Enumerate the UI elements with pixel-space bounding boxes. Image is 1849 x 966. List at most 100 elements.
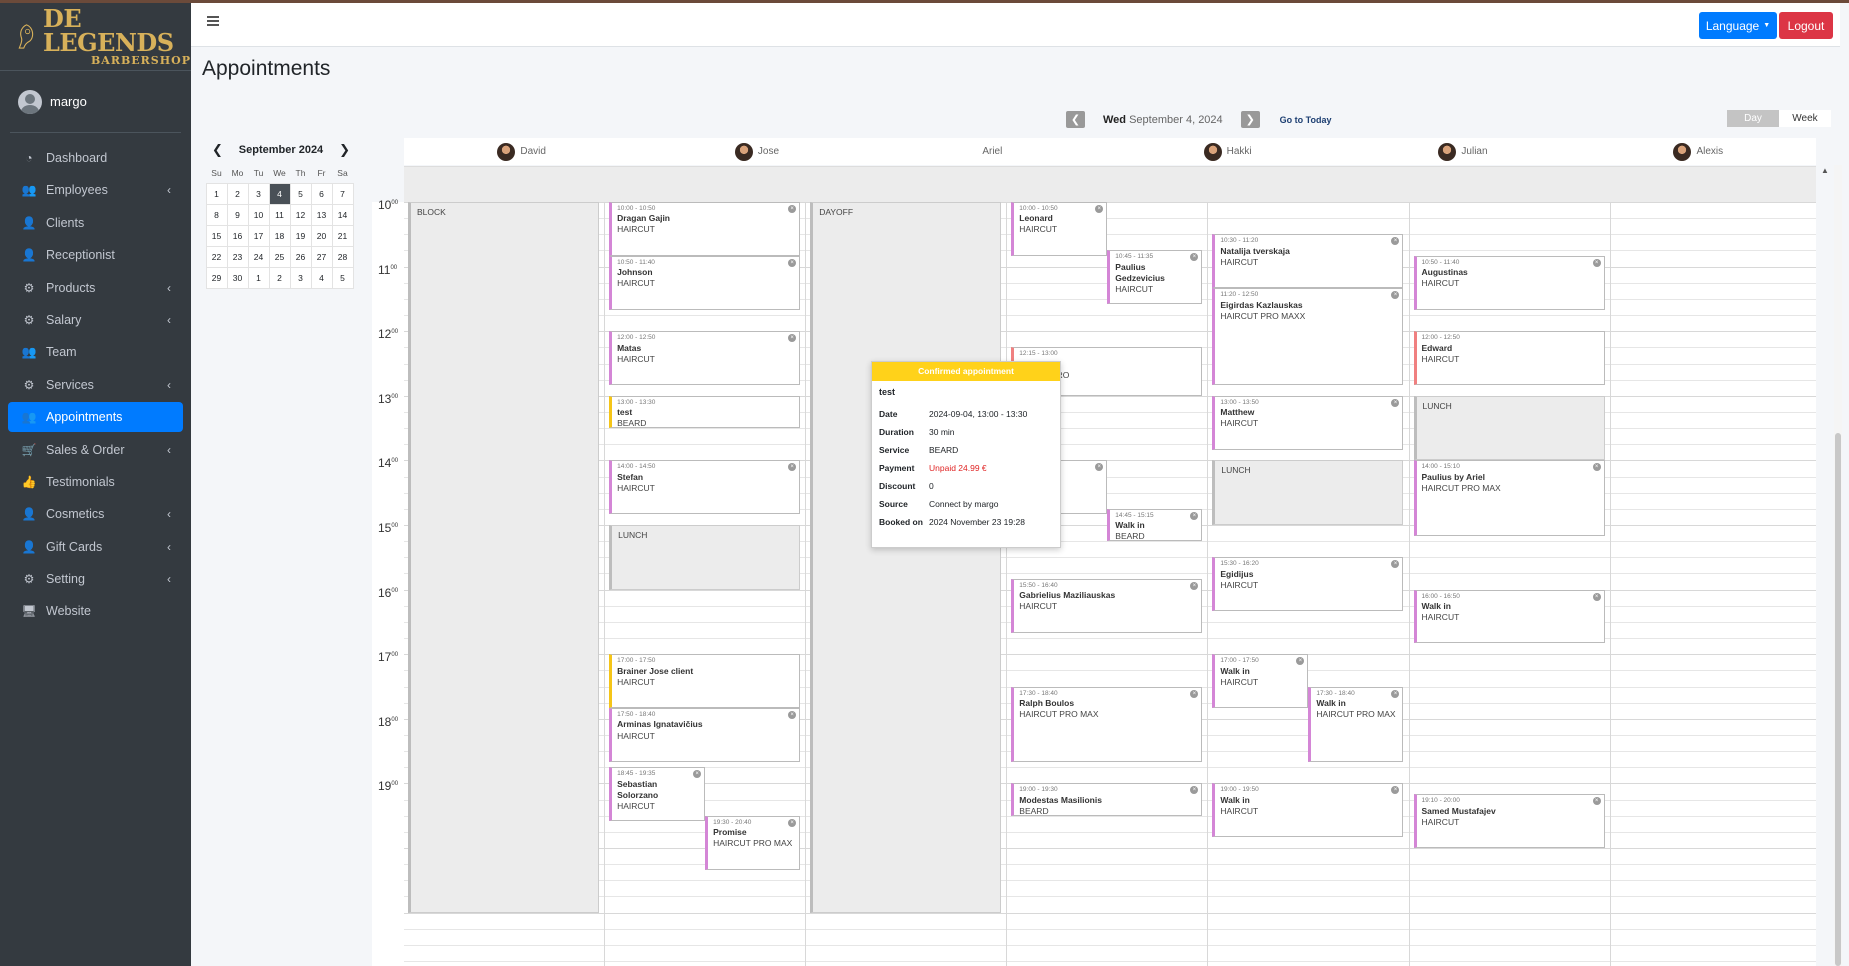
close-icon[interactable]: × (1391, 237, 1400, 246)
appointment-card[interactable]: 10:50 - 11:40 Johnson HAIRCUT × (609, 255, 801, 310)
mini-calendar-day[interactable]: 16 (226, 224, 249, 247)
appointment-card[interactable]: 19:30 - 20:40 Promise HAIRCUT PRO MAX × (705, 815, 801, 870)
close-icon[interactable]: × (1391, 560, 1400, 569)
sidebar-item-sales-order[interactable]: 🛒 Sales & Order ‹ (8, 435, 183, 465)
mini-calendar-day[interactable]: 21 (331, 224, 354, 247)
mini-calendar-day[interactable]: 11 (268, 203, 291, 226)
mini-calendar-day[interactable]: 27 (310, 245, 333, 268)
close-icon[interactable]: × (1095, 205, 1104, 213)
close-icon[interactable]: × (1095, 463, 1104, 472)
appointment-card[interactable]: 19:00 - 19:30 Modestas Masilionis BEARD × (1011, 783, 1203, 816)
close-icon[interactable]: × (1296, 657, 1305, 666)
next-month-icon[interactable]: ❯ (339, 142, 350, 158)
scrollbar-thumb[interactable] (1835, 433, 1841, 966)
close-icon[interactable]: × (1391, 398, 1400, 407)
language-dropdown-button[interactable]: Language ▼ (1699, 12, 1777, 39)
sidebar-item-dashboard[interactable]: ◔ Dashboard (8, 143, 183, 173)
mini-calendar-day[interactable]: 3 (247, 182, 270, 205)
close-icon[interactable]: × (1190, 511, 1199, 520)
mini-calendar-day[interactable]: 13 (310, 203, 333, 226)
mini-calendar-day[interactable]: 4 (310, 266, 333, 289)
appointment-card[interactable]: 12:00 - 12:50 Matas HAIRCUT × (609, 331, 801, 386)
appointment-card[interactable]: 15:30 - 16:20 Egidijus HAIRCUT × (1212, 557, 1404, 612)
scroll-up-icon[interactable]: ▲ (1821, 166, 1829, 175)
sidebar-item-appointments[interactable]: 👥 Appointments (8, 402, 183, 433)
mini-calendar-day[interactable]: 17 (247, 224, 270, 247)
close-icon[interactable]: × (788, 205, 797, 213)
mini-calendar-day[interactable]: 9 (226, 203, 249, 226)
next-day-button[interactable]: ❯ (1240, 111, 1260, 128)
day-view-button[interactable]: Day (1727, 110, 1779, 127)
mini-calendar-day[interactable]: 3 (289, 266, 312, 289)
staff-header[interactable]: David (404, 138, 639, 165)
appointment-card[interactable]: 10:45 - 11:35 Paulius Gedzevicius HAIRCUT × (1107, 250, 1203, 305)
close-icon[interactable]: × (1391, 689, 1400, 698)
mini-calendar-day[interactable]: 1 (247, 266, 270, 289)
close-icon[interactable]: × (788, 258, 797, 267)
mini-calendar-day[interactable]: 14 (331, 203, 354, 226)
mini-calendar-day[interactable]: 28 (331, 245, 354, 268)
hamburger-menu-icon[interactable] (207, 16, 219, 26)
prev-month-icon[interactable]: ❮ (212, 142, 223, 158)
appointment-card[interactable]: 10:50 - 11:40 Augustinas HAIRCUT × (1413, 255, 1605, 310)
appointment-card[interactable]: 17:00 - 17:50 Brainer Jose client HAIRCUT (609, 654, 801, 709)
close-icon[interactable]: × (693, 770, 702, 779)
week-view-button[interactable]: Week (1779, 110, 1831, 127)
sidebar-item-clients[interactable]: 👤 Clients (8, 208, 183, 238)
appointment-card[interactable]: 14:00 - 14:50 Stefan HAIRCUT × (609, 460, 801, 515)
mini-calendar-day[interactable]: 23 (226, 245, 249, 268)
appointment-card[interactable]: 10:30 - 11:20 Natalija tverskaja HAIRCUT × (1212, 234, 1404, 289)
mini-calendar-day[interactable]: 2 (268, 266, 291, 289)
mini-calendar-day[interactable]: 15 (205, 224, 228, 247)
close-icon[interactable]: × (1190, 689, 1199, 698)
appointment-card[interactable]: 16:00 - 16:50 Walk in HAIRCUT × (1413, 589, 1605, 644)
staff-header[interactable]: Hakki (1110, 138, 1345, 165)
sidebar-item-testimonials[interactable]: 👍 Testimonials (8, 467, 183, 497)
close-icon[interactable]: × (1391, 291, 1400, 300)
mini-calendar-day[interactable]: 10 (247, 203, 270, 226)
close-icon[interactable]: × (1190, 786, 1199, 795)
close-icon[interactable]: × (1391, 786, 1400, 795)
blocked-slot[interactable]: LUNCH (609, 525, 801, 590)
blocked-slot[interactable]: LUNCH (1413, 395, 1605, 461)
appointment-card[interactable]: 17:00 - 17:50 Walk in HAIRCUT × (1212, 654, 1309, 709)
appointment-card[interactable]: 10:00 - 10:50 Dragan Gajin HAIRCUT × (609, 202, 801, 256)
brand-logo[interactable]: DE LEGENDS BARBERSHOP (0, 3, 191, 71)
sidebar-item-services[interactable]: ⚙ Services ‹ (8, 370, 183, 400)
sidebar-item-receptionist[interactable]: 👤 Receptionist (8, 240, 183, 270)
mini-calendar-day[interactable]: 7 (331, 182, 354, 205)
mini-calendar-day[interactable]: 29 (205, 266, 228, 289)
sidebar-item-website[interactable]: 🖥 Website (8, 596, 183, 626)
sidebar-item-salary[interactable]: ⚙ Salary ‹ (8, 305, 183, 335)
appointment-card[interactable]: 14:45 - 15:15 Walk in BEARD × (1107, 508, 1203, 542)
sidebar-item-products[interactable]: ⚙ Products ‹ (8, 273, 183, 303)
mini-calendar-day[interactable]: 4 (268, 182, 291, 205)
appointment-card[interactable]: 14:00 - 15:10 Paulius by Ariel HAIRCUT PRO… (1413, 460, 1605, 536)
mini-calendar-day[interactable]: 19 (289, 224, 312, 247)
sidebar-item-gift-cards[interactable]: 👤 Gift Cards ‹ (8, 532, 183, 562)
appointment-card[interactable]: 15:50 - 16:40 Gabrielius Maziliauskas HAIR… (1011, 578, 1203, 633)
appointment-card[interactable]: 13:00 - 13:50 Matthew HAIRCUT × (1212, 395, 1404, 450)
appointment-card[interactable]: 19:10 - 20:00 Samed Mustafajev HAIRCUT × (1413, 794, 1605, 848)
close-icon[interactable]: × (1190, 253, 1199, 262)
close-icon[interactable]: × (788, 334, 797, 343)
mini-calendar-day[interactable]: 22 (205, 245, 228, 268)
close-icon[interactable]: × (1592, 797, 1601, 806)
mini-calendar-day[interactable]: 2 (226, 182, 249, 205)
appointment-card[interactable]: 10:00 - 10:50 Leonard HAIRCUT × (1011, 202, 1108, 256)
mini-calendar-day[interactable]: 30 (226, 266, 249, 289)
close-icon[interactable]: × (1592, 592, 1601, 601)
go-to-today-link[interactable]: Go to Today (1280, 115, 1332, 125)
mini-calendar-day[interactable]: 5 (289, 182, 312, 205)
mini-calendar-day[interactable]: 5 (331, 266, 354, 289)
staff-header[interactable]: Julian (1345, 138, 1580, 165)
prev-day-button[interactable]: ❮ (1066, 111, 1085, 128)
sidebar-item-setting[interactable]: ⚙ Setting ‹ (8, 564, 183, 594)
appointment-card[interactable]: 11:20 - 12:50 Eigirdas Kazlauskas HAIRCUT … (1212, 288, 1404, 386)
mini-calendar-day[interactable]: 6 (310, 182, 333, 205)
close-icon[interactable]: × (788, 463, 797, 472)
appointment-card[interactable]: 12:00 - 12:50 Edward HAIRCUT (1413, 331, 1605, 386)
sidebar-item-employees[interactable]: 👥 Employees ‹ (8, 175, 183, 205)
blocked-slot[interactable]: BLOCK (408, 202, 600, 913)
mini-calendar-day[interactable]: 24 (247, 245, 270, 268)
